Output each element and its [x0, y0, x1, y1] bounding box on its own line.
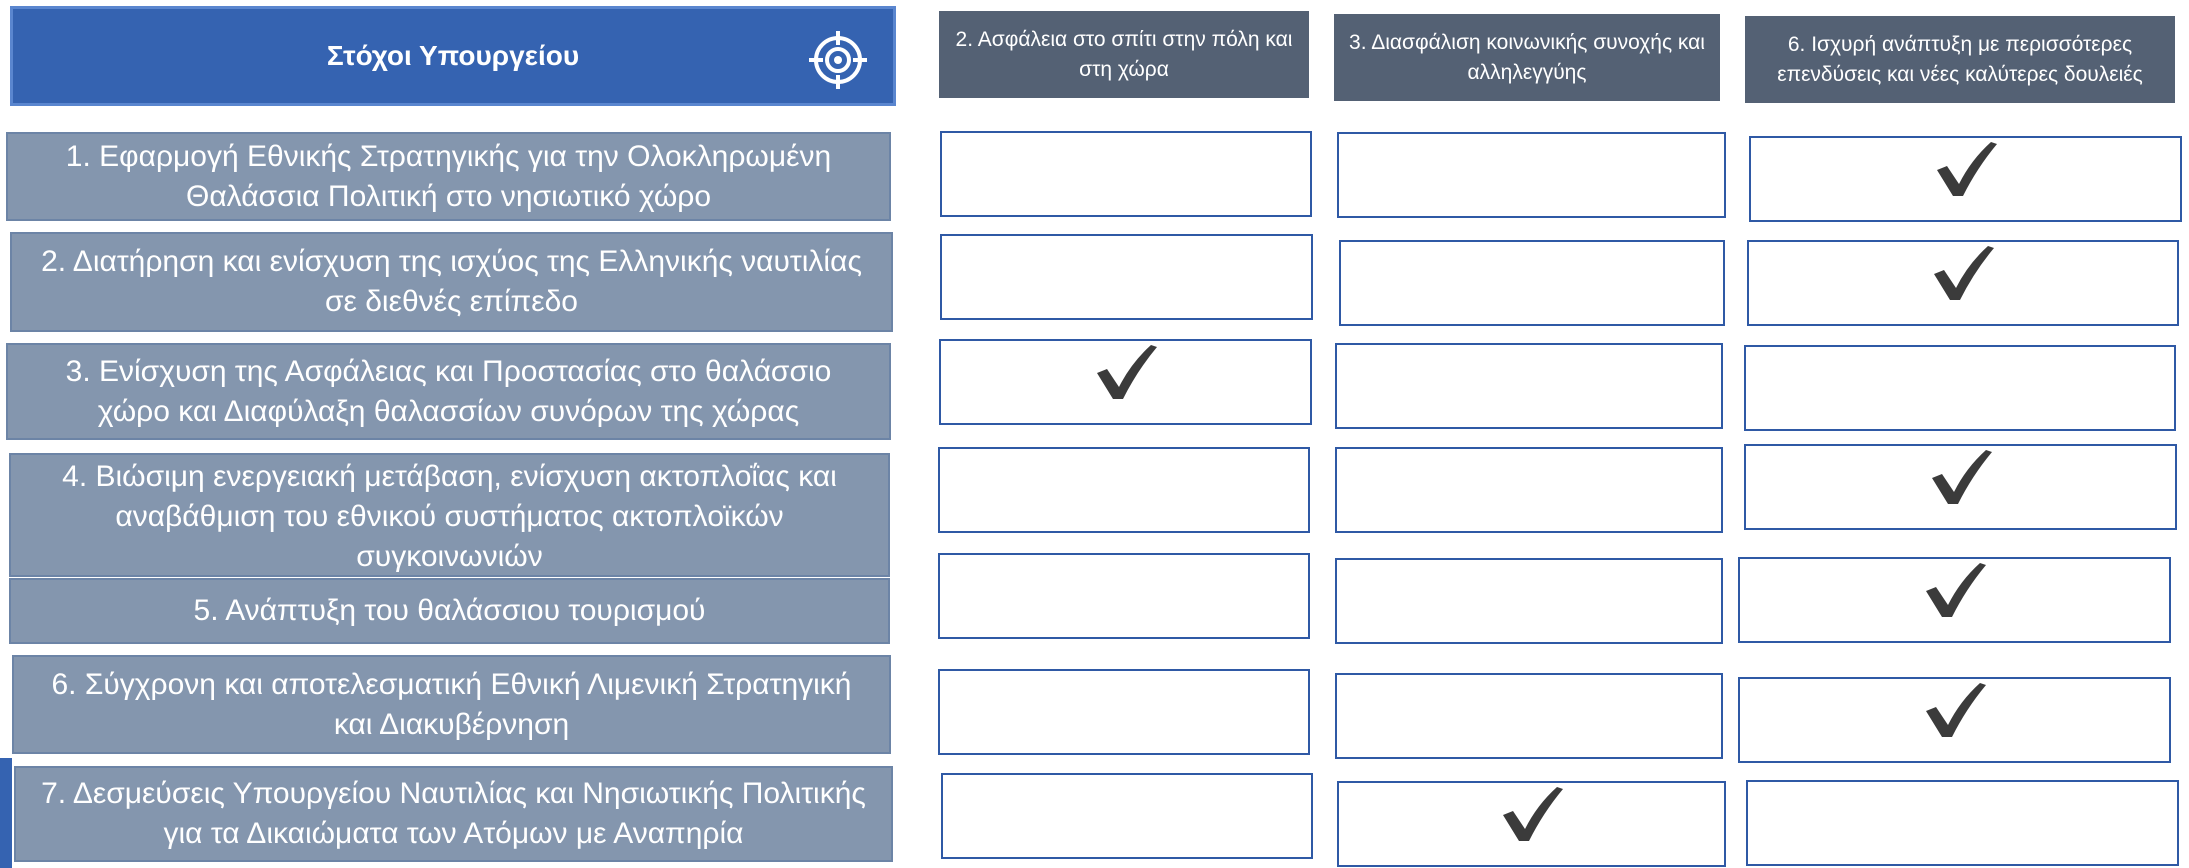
goal-row-3: 3. Ενίσχυση της Ασφάλειας και Προστασίας… [6, 343, 891, 440]
goal-row-1: 1. Εφαρμογή Εθνικής Στρατηγικής για την … [6, 132, 891, 221]
checkmark-icon [1930, 448, 1992, 506]
grid-cell-r5-c3 [1738, 557, 2171, 643]
goal-row-5: 5. Ανάπτυξη του θαλάσσιου τουρισμού [9, 578, 890, 644]
goal-row-4: 4. Βιώσιμη ενεργειακή μετάβαση, ενίσχυση… [9, 453, 890, 577]
column-header-1: 2. Ασφάλεια στο σπίτι στην πόλη και στη … [939, 11, 1309, 98]
grid-cell-r1-c1 [940, 131, 1312, 217]
column-header-3: 6. Ισχυρή ανάπτυξη με περισσότερες επενδ… [1745, 16, 2175, 103]
goal-label: 4. Βιώσιμη ενεργειακή μετάβαση, ενίσχυση… [62, 460, 837, 573]
goal-row-7: 7. Δεσμεύσεις Υπουργείου Ναυτιλίας και Ν… [14, 766, 893, 862]
grid-cell-r6-c1 [938, 669, 1310, 755]
grid-cell-r4-c1 [938, 447, 1310, 533]
grid-cell-r6-c3 [1738, 677, 2171, 763]
column-header-2: 3. Διασφάλιση κοινωνικής συνοχής και αλλ… [1334, 14, 1720, 101]
grid-cell-r6-c2 [1335, 673, 1723, 759]
target-icon [809, 31, 867, 89]
goal-row-2: 2. Διατήρηση και ενίσχυση της ισχύος της… [10, 232, 893, 332]
checkmark-icon [1501, 785, 1563, 843]
grid-cell-r5-c2 [1335, 558, 1723, 644]
side-accent-tab [0, 758, 12, 868]
grid-cell-r5-c1 [938, 553, 1310, 639]
goal-label: 5. Ανάπτυξη του θαλάσσιου τουρισμού [193, 594, 706, 627]
grid-cell-r1-c2 [1337, 132, 1726, 218]
goal-label: 2. Διατήρηση και ενίσχυση της ισχύος της… [41, 245, 862, 318]
goal-label: 3. Ενίσχυση της Ασφάλειας και Προστασίας… [65, 354, 832, 428]
grid-cell-r2-c3 [1747, 240, 2179, 326]
grid-cell-r2-c2 [1339, 240, 1725, 326]
grid-cell-r7-c3 [1746, 780, 2179, 866]
column-header-label: 2. Ασφάλεια στο σπίτι στην πόλη και στη … [955, 27, 1293, 81]
column-header-label: 3. Διασφάλιση κοινωνικής συνοχής και αλλ… [1349, 30, 1705, 84]
checkmark-icon [1935, 140, 1997, 198]
checkmark-icon [1924, 561, 1986, 619]
grid-cell-r2-c1 [940, 234, 1313, 320]
checkmark-icon [1932, 244, 1994, 302]
grid-cell-r7-c1 [941, 773, 1313, 859]
grid-cell-r7-c2 [1337, 781, 1726, 867]
goal-row-6: 6. Σύγχρονη και αποτελεσματική Εθνική Λι… [12, 655, 891, 754]
header-title: Στόχοι Υπουργείου [326, 40, 580, 71]
grid-cell-r4-c2 [1335, 447, 1723, 533]
column-header-label: 6. Ισχυρή ανάπτυξη με περισσότερες επενδ… [1777, 32, 2143, 86]
ministry-goals-header: Στόχοι Υπουργείου [10, 6, 896, 106]
grid-cell-r3-c3 [1744, 345, 2176, 431]
grid-cell-r3-c1 [939, 339, 1312, 425]
grid-cell-r4-c3 [1744, 444, 2177, 530]
grid-cell-r3-c2 [1335, 343, 1723, 429]
goal-label: 6. Σύγχρονη και αποτελεσματική Εθνική Λι… [51, 667, 852, 741]
goal-label: 1. Εφαρμογή Εθνικής Στρατηγικής για την … [65, 139, 832, 213]
grid-cell-r1-c3 [1749, 136, 2182, 222]
goal-label: 7. Δεσμεύσεις Υπουργείου Ναυτιλίας και Ν… [41, 777, 866, 850]
checkmark-icon [1924, 681, 1986, 739]
checkmark-icon [1095, 343, 1157, 401]
